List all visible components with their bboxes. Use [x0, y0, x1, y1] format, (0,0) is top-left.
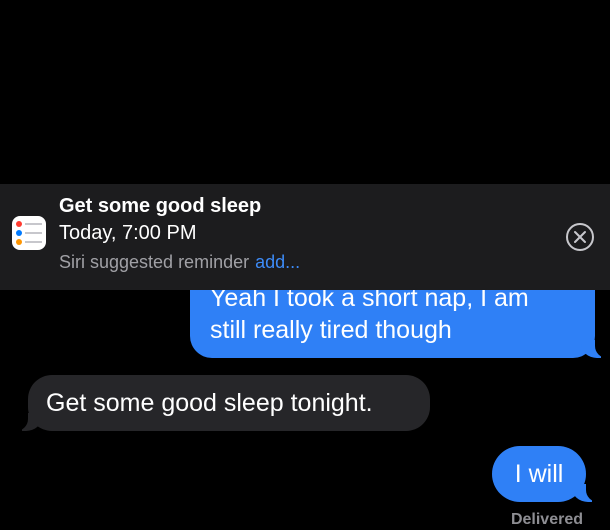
delivery-status: Delivered: [510, 511, 583, 528]
message-text: Get some good sleep tonight.: [46, 389, 373, 417]
bubble-tail: [572, 484, 600, 502]
list-line: [25, 232, 42, 234]
blue-dot: [16, 230, 22, 236]
list-line: [25, 241, 42, 243]
reminders-icon: [12, 216, 46, 250]
bubble-tail: [581, 340, 609, 358]
red-dot: [16, 221, 22, 227]
message-text: I will: [514, 460, 564, 488]
list-line: [25, 223, 42, 225]
siri-reminder-banner[interactable]: Get some good sleep Today, 7:00 PM Siri …: [0, 184, 610, 290]
bubble-tail: [14, 413, 42, 431]
close-icon[interactable]: [566, 223, 594, 251]
close-x-glyph: [574, 231, 586, 243]
message-text-line: still really tired though: [210, 316, 452, 344]
reminder-time: Today, 7:00 PM: [59, 222, 197, 244]
sent-message-bubble[interactable]: I will: [492, 446, 600, 502]
suggestion-text: Siri suggested reminder: [59, 252, 250, 272]
received-message-bubble[interactable]: Get some good sleep tonight.: [14, 375, 430, 431]
reminder-suggestion: Siri suggested reminder add...: [59, 252, 300, 273]
messages-screen: Yeah I took a short nap, I am still real…: [0, 0, 610, 530]
add-reminder-link[interactable]: add...: [255, 252, 300, 272]
orange-dot: [16, 239, 22, 245]
reminder-title: Get some good sleep: [59, 195, 262, 217]
